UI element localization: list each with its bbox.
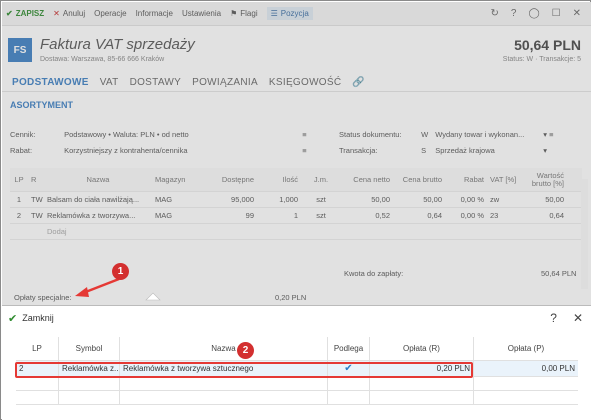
application-window: ✔ ZAPISZ ✕ Anuluj Operacje Informacje Usta…: [0, 0, 591, 420]
close-button[interactable]: Zamknij: [22, 313, 54, 323]
empty-row: [16, 377, 578, 391]
highlight-box: [15, 362, 473, 378]
annotation-badge-1: 1: [112, 263, 129, 280]
empty-row: [16, 391, 578, 405]
close-icon[interactable]: ✕: [573, 311, 583, 325]
panel-toolbar: ✔ Zamknij ? ✕: [2, 306, 591, 330]
fees-table-header: LP Symbol Nazwa Podlega Opłata (R) Opłat…: [16, 337, 578, 361]
check-icon[interactable]: ✔: [8, 312, 17, 325]
annotation-badge-2: 2: [237, 342, 254, 359]
help-icon[interactable]: ?: [550, 311, 557, 325]
